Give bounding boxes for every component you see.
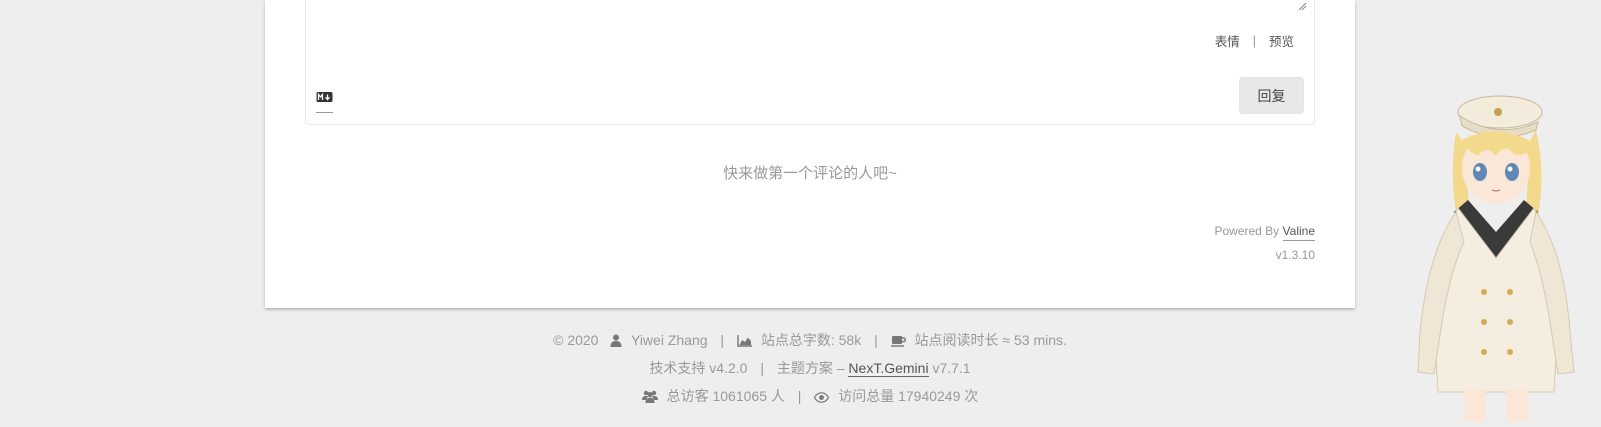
markdown-icon[interactable] xyxy=(316,91,333,113)
footer-separator: | xyxy=(874,332,878,348)
footer-line-1: © 2020 Yiwei Zhang | 站点总字数: 58k | 站点阅读时长… xyxy=(265,326,1355,354)
theme-version: v7.7.1 xyxy=(932,360,971,376)
tools-separator: | xyxy=(1252,33,1256,48)
user-icon xyxy=(610,334,622,347)
footer-line-2: 技术支持 v4.2.0 | 主题方案 – NexT.Gemini v7.7.1 xyxy=(265,354,1355,382)
theme-link[interactable]: NexT.Gemini xyxy=(848,360,929,377)
visitor-count: 总访客 1061065 人 xyxy=(666,388,785,404)
reading-time: 站点阅读时长 ≈ 53 mins. xyxy=(914,332,1067,348)
footer-separator: | xyxy=(720,332,725,348)
area-chart-icon xyxy=(737,335,752,347)
footer-separator: | xyxy=(760,360,764,376)
site-footer: © 2020 Yiwei Zhang | 站点总字数: 58k | 站点阅读时长… xyxy=(265,326,1355,410)
page-view-count: 访问总量 17940249 次 xyxy=(838,388,979,404)
valine-link[interactable]: Valine xyxy=(1282,224,1315,241)
author-name: Yiwei Zhang xyxy=(631,332,708,348)
live2d-mascot-illustration[interactable] xyxy=(1398,82,1578,422)
copyright: © 2020 xyxy=(553,332,599,348)
footer-line-3: 总访客 1061065 人 | 访问总量 17940249 次 xyxy=(265,382,1355,410)
valine-version: v1.3.10 xyxy=(1275,248,1315,262)
theme-prefix: 主题方案 – xyxy=(776,360,845,376)
word-count: 站点总字数: 58k xyxy=(760,332,862,348)
editor-tools: 表情 | 预览 xyxy=(1215,31,1294,50)
empty-comments-message: 快来做第一个评论的人吧~ xyxy=(723,165,897,182)
eye-icon xyxy=(814,392,830,403)
emoji-button[interactable]: 表情 xyxy=(1215,31,1240,50)
powered-by: Powered By Valine v1.3.10 xyxy=(1214,219,1315,267)
footer-separator: | xyxy=(797,388,802,404)
comment-editor: 表情 | 预览 回复 xyxy=(305,0,1315,125)
users-icon xyxy=(641,390,658,403)
preview-button[interactable]: 预览 xyxy=(1269,31,1294,50)
tech-support: 技术支持 v4.2.0 xyxy=(649,360,748,376)
reply-button[interactable]: 回复 xyxy=(1239,77,1304,114)
comment-textarea[interactable] xyxy=(306,0,1314,13)
powered-by-prefix: Powered By xyxy=(1214,224,1280,238)
resize-grip-icon[interactable] xyxy=(1297,1,1307,11)
comment-card: 表情 | 预览 回复 快来做第一个评论的人吧~ Powered By Valin… xyxy=(265,0,1355,308)
coffee-icon xyxy=(890,336,906,347)
